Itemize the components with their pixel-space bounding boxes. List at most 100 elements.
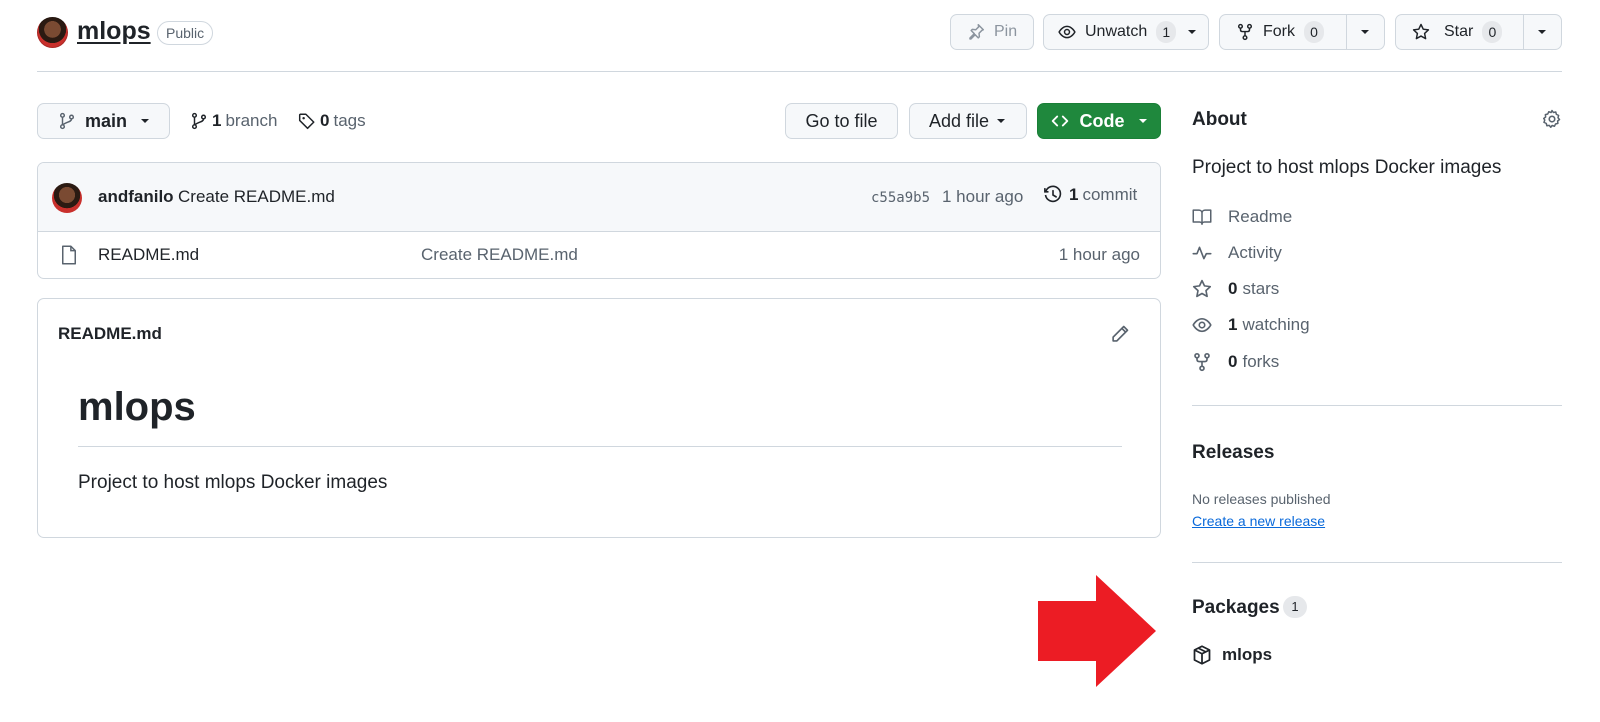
chevron-down-icon bbox=[139, 115, 151, 127]
add-file-label: Add file bbox=[928, 110, 990, 131]
file-browser: andfanilo Create README.md c55a9b5 1 hou… bbox=[37, 162, 1161, 279]
activity-link-label: Activity bbox=[1228, 243, 1282, 262]
branch-count: 1 bbox=[212, 111, 222, 130]
create-release-link[interactable]: Create a new release bbox=[1192, 513, 1325, 529]
about-description: Project to host mlops Docker images bbox=[1192, 157, 1502, 178]
about-heading: About bbox=[1192, 109, 1247, 130]
readme-body: Project to host mlops Docker images bbox=[78, 472, 388, 493]
branch-word: branch bbox=[225, 111, 278, 130]
packages-heading[interactable]: Packages bbox=[1192, 597, 1280, 619]
header-divider bbox=[37, 71, 1562, 72]
branches-link[interactable]: 1 branch bbox=[190, 111, 277, 131]
git-branch-icon bbox=[190, 112, 208, 130]
readme-heading-divider bbox=[78, 446, 1122, 447]
chevron-down-icon bbox=[995, 115, 1007, 127]
visibility-badge: Public bbox=[157, 21, 214, 45]
watch-counter: 1 bbox=[1156, 21, 1177, 43]
star-label: Star bbox=[1444, 23, 1474, 40]
commit-time: 1 hour ago bbox=[942, 187, 1024, 206]
commit-author[interactable]: andfanilo bbox=[98, 187, 174, 207]
sidebar-divider bbox=[1192, 405, 1562, 406]
file-name[interactable]: README.md bbox=[98, 245, 199, 265]
file-icon bbox=[60, 245, 78, 265]
commit-message[interactable]: Create README.md bbox=[178, 187, 335, 207]
repo-name[interactable]: mlops bbox=[77, 17, 151, 46]
code-button[interactable]: Code bbox=[1037, 103, 1161, 139]
eye-icon bbox=[1058, 23, 1076, 41]
chevron-down-icon bbox=[1536, 26, 1548, 38]
activity-link[interactable]: Activity bbox=[1192, 243, 1282, 263]
package-icon bbox=[1192, 645, 1212, 665]
pulse-icon bbox=[1192, 243, 1212, 263]
tags-link[interactable]: 0 tags bbox=[298, 111, 366, 131]
commit-history-link[interactable]: 1 commit bbox=[1043, 185, 1137, 205]
chevron-down-icon bbox=[1137, 115, 1149, 127]
pin-button[interactable]: Pin bbox=[950, 14, 1034, 50]
go-to-file-button[interactable]: Go to file bbox=[785, 103, 898, 139]
fork-label: Fork bbox=[1263, 23, 1295, 40]
commit-count: 1 bbox=[1069, 185, 1079, 204]
fork-button[interactable]: Fork 0 bbox=[1220, 15, 1347, 49]
code-label: Code bbox=[1079, 110, 1125, 131]
package-item[interactable]: mlops bbox=[1192, 645, 1272, 665]
stars-count: 0 bbox=[1228, 279, 1238, 298]
git-branch-icon bbox=[58, 112, 76, 130]
book-icon bbox=[1192, 207, 1212, 227]
branch-selector[interactable]: main bbox=[37, 103, 170, 139]
star-icon bbox=[1412, 23, 1430, 41]
commit-hash[interactable]: c55a9b5 bbox=[871, 190, 930, 206]
readme-filename[interactable]: README.md bbox=[58, 324, 162, 344]
package-name: mlops bbox=[1222, 645, 1273, 664]
watching-word: watching bbox=[1242, 315, 1310, 334]
gear-icon[interactable] bbox=[1542, 109, 1562, 129]
repo-forked-icon bbox=[1236, 23, 1254, 41]
pin-label: Pin bbox=[994, 23, 1018, 40]
tag-icon bbox=[298, 112, 316, 130]
commit-word: commit bbox=[1082, 185, 1138, 204]
watching-count: 1 bbox=[1228, 315, 1238, 334]
star-split-button[interactable]: Star 0 bbox=[1395, 14, 1562, 50]
file-time: 1 hour ago bbox=[1058, 245, 1140, 264]
star-lists-button[interactable] bbox=[1524, 15, 1561, 49]
unwatch-label: Unwatch bbox=[1085, 23, 1148, 40]
add-file-button[interactable]: Add file bbox=[909, 103, 1027, 139]
no-releases-text: No releases published bbox=[1192, 491, 1331, 507]
fork-counter: 0 bbox=[1304, 21, 1324, 43]
packages-counter: 1 bbox=[1283, 596, 1307, 618]
file-commit-message[interactable]: Create README.md bbox=[421, 245, 578, 265]
forks-link[interactable]: 0 forks bbox=[1192, 352, 1279, 372]
file-row[interactable]: README.md Create README.md 1 hour ago bbox=[38, 231, 1160, 278]
pencil-icon[interactable] bbox=[1110, 324, 1130, 344]
history-icon bbox=[1043, 185, 1063, 205]
forks-word: forks bbox=[1242, 352, 1280, 371]
star-counter: 0 bbox=[1482, 21, 1503, 43]
stars-link[interactable]: 0 stars bbox=[1192, 279, 1279, 299]
repo-forked-icon bbox=[1192, 352, 1212, 372]
readme-heading: mlops bbox=[78, 385, 196, 429]
code-icon bbox=[1050, 112, 1070, 130]
star-button[interactable]: Star 0 bbox=[1396, 15, 1524, 49]
watching-link[interactable]: 1 watching bbox=[1192, 315, 1310, 335]
readme-link[interactable]: Readme bbox=[1192, 207, 1292, 227]
eye-icon bbox=[1192, 315, 1212, 335]
fork-split-button[interactable]: Fork 0 bbox=[1219, 14, 1385, 50]
latest-commit-row: andfanilo Create README.md c55a9b5 1 hou… bbox=[38, 163, 1160, 232]
star-icon bbox=[1192, 279, 1212, 299]
tag-word: tags bbox=[333, 111, 366, 130]
forks-count: 0 bbox=[1228, 352, 1238, 371]
unwatch-button[interactable]: Unwatch 1 bbox=[1043, 14, 1209, 50]
readme-panel: README.md mlops Project to host mlops Do… bbox=[37, 298, 1161, 538]
stars-word: stars bbox=[1242, 279, 1280, 298]
readme-link-label: Readme bbox=[1228, 207, 1293, 226]
branch-name: main bbox=[85, 110, 128, 131]
owner-avatar[interactable] bbox=[37, 17, 68, 48]
pin-icon bbox=[967, 23, 985, 41]
sidebar-divider bbox=[1192, 562, 1562, 563]
commit-author-avatar[interactable] bbox=[52, 183, 82, 213]
tag-count: 0 bbox=[320, 111, 330, 130]
chevron-down-icon bbox=[1359, 26, 1371, 38]
chevron-down-icon bbox=[1186, 26, 1198, 38]
releases-heading[interactable]: Releases bbox=[1192, 442, 1274, 464]
fork-options-button[interactable] bbox=[1347, 15, 1384, 49]
red-arrow-annotation bbox=[1038, 575, 1156, 687]
